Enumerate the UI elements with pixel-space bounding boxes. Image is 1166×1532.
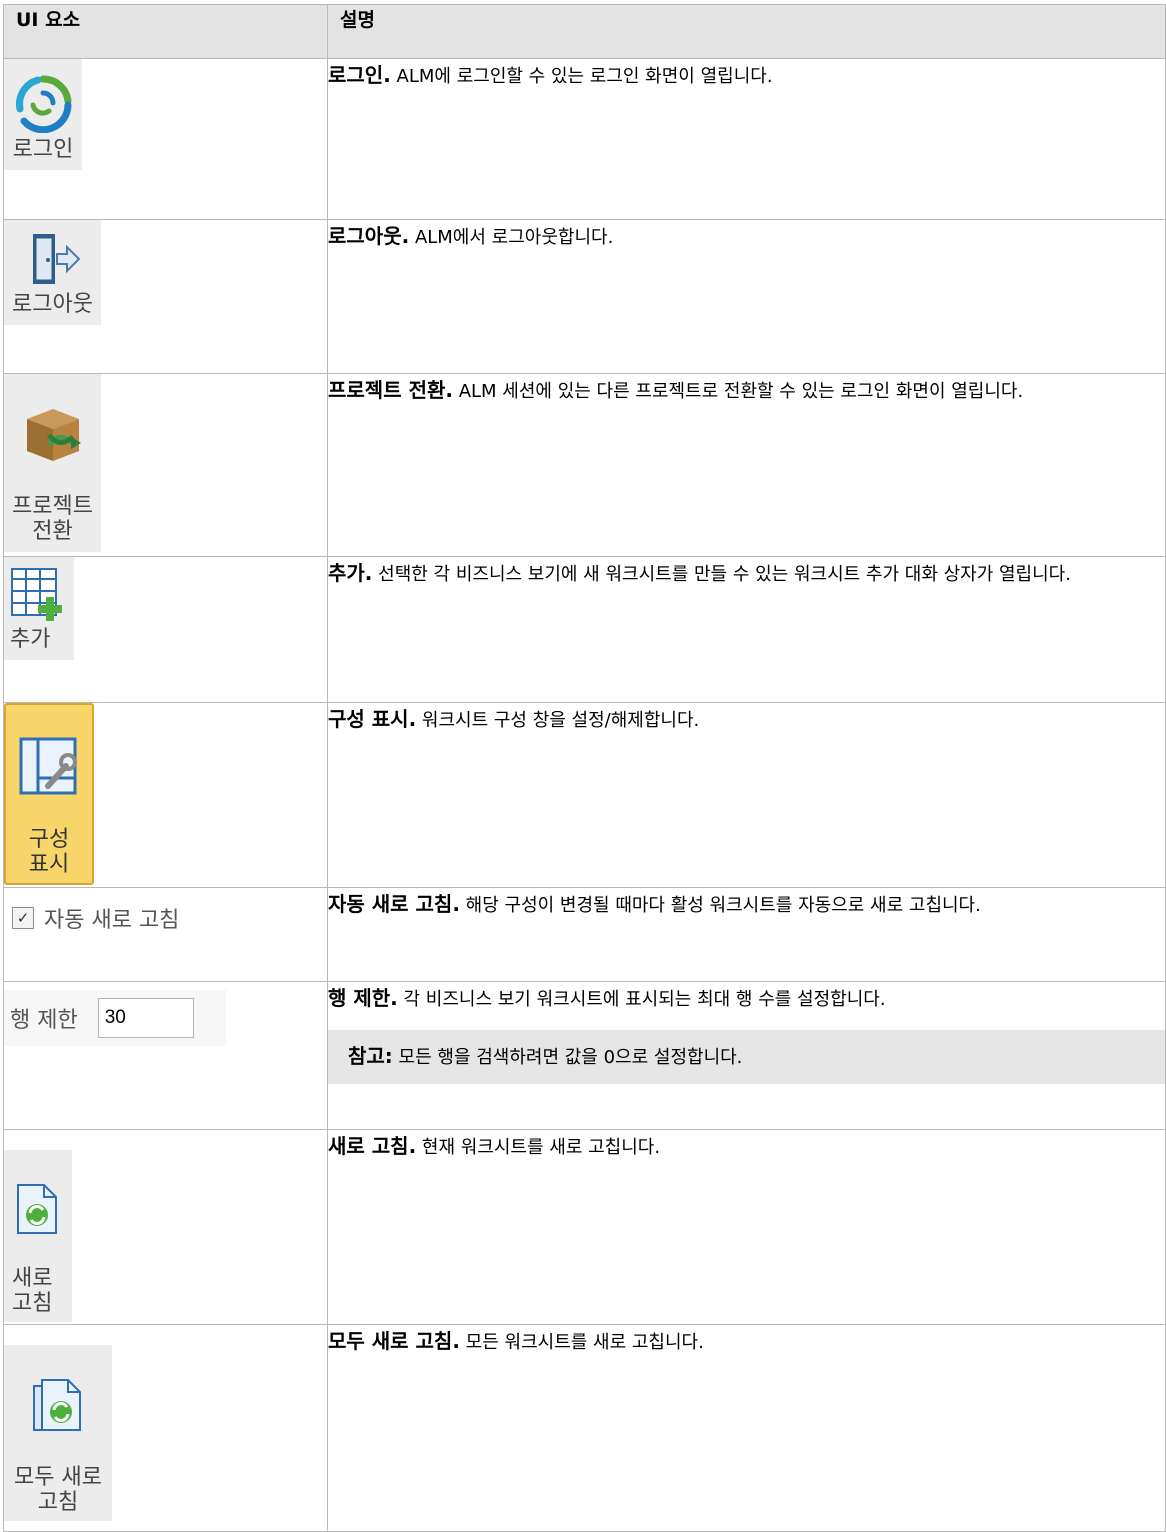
table-row: 행 제한 행 제한. 각 비즈니스 보기 워크시트에 표시되는 최대 행 수를 … (3, 981, 1166, 1130)
table-row: 추가 추가. 선택한 각 비즈니스 보기에 새 워크시트를 만들 수 있는 워크… (3, 556, 1166, 703)
ui-elements-table: UI 요소 설명 로그인 로그인. ALM에 로그인할 수 있는 로그인 화면이… (3, 4, 1166, 1532)
item-description: ALM 세션에 있는 다른 프로젝트로 전환할 수 있는 로그인 화면이 열립니… (458, 381, 1024, 402)
item-title: 자동 새로 고침. (328, 892, 460, 916)
add-worksheet-icon (10, 567, 68, 627)
item-description: 선택한 각 비즈니스 보기에 새 워크시트를 만들 수 있는 워크시트 추가 대… (378, 564, 1071, 585)
item-description: 현재 워크시트를 새로 고칩니다. (421, 1137, 661, 1158)
row-limit-control: 행 제한 (4, 990, 226, 1046)
refresh-button[interactable]: 새로 고침 (4, 1150, 72, 1322)
description-cell: 새로 고침. 현재 워크시트를 새로 고칩니다. (327, 1129, 1166, 1325)
description-cell: 자동 새로 고침. 해당 구성이 변경될 때마다 활성 워크시트를 자동으로 새… (327, 887, 1166, 982)
switch-project-box-icon (17, 380, 87, 494)
note-box: 참고: 모든 행을 검색하려면 값을 0으로 설정합니다. (328, 1030, 1165, 1084)
description-cell: 프로젝트 전환. ALM 세션에 있는 다른 프로젝트로 전환할 수 있는 로그… (327, 373, 1166, 557)
row-limit-label: 행 제한 (10, 1008, 78, 1033)
item-title: 로그인. (328, 63, 391, 87)
table-header-row: UI 요소 설명 (3, 4, 1166, 59)
logout-door-icon (21, 230, 83, 292)
column-header-description: 설명 (327, 4, 1166, 59)
item-title: 새로 고침. (328, 1134, 417, 1158)
checkbox-checked-icon[interactable]: ✓ (12, 907, 34, 929)
item-description: 각 비즈니스 보기 워크시트에 표시되는 최대 행 수를 설정합니다. (403, 989, 886, 1010)
table-row: 로그인 로그인. ALM에 로그인할 수 있는 로그인 화면이 열립니다. (3, 58, 1166, 220)
row-limit-input[interactable] (97, 998, 194, 1038)
table-row: ✓ 자동 새로 고침 자동 새로 고침. 해당 구성이 변경될 때마다 활성 워… (3, 887, 1166, 982)
login-button[interactable]: 로그인 (4, 59, 82, 170)
table-row: 새로 고침 새로 고침. 현재 워크시트를 새로 고칩니다. (3, 1129, 1166, 1325)
item-title: 프로젝트 전환. (328, 378, 453, 402)
switch-project-label: 프로젝트 전환 (12, 494, 93, 544)
logout-label: 로그아웃 (12, 292, 93, 317)
login-label: 로그인 (12, 137, 74, 162)
item-description: 해당 구성이 변경될 때마다 활성 워크시트를 자동으로 새로 고칩니다. (465, 895, 981, 916)
item-description: ALM에 로그인할 수 있는 로그인 화면이 열립니다. (396, 66, 773, 87)
item-description: 워크시트 구성 창을 설정/해제합니다. (421, 710, 700, 731)
description-cell: 구성 표시. 워크시트 구성 창을 설정/해제합니다. (327, 702, 1166, 888)
show-configuration-toggle[interactable]: 구성 표시 (4, 703, 94, 885)
switch-project-button[interactable]: 프로젝트 전환 (4, 374, 101, 552)
show-configuration-icon (18, 711, 80, 827)
show-configuration-label: 구성 표시 (28, 827, 70, 877)
item-title: 구성 표시. (328, 707, 417, 731)
refresh-all-pages-icon (30, 1351, 86, 1465)
table-row: 모두 새로 고침 모두 새로 고침. 모든 워크시트를 새로 고칩니다. (3, 1324, 1166, 1532)
table-row: 로그아웃 로그아웃. ALM에서 로그아웃합니다. (3, 219, 1166, 374)
table-row: 구성 표시 구성 표시. 워크시트 구성 창을 설정/해제합니다. (3, 702, 1166, 888)
item-title: 모두 새로 고침. (328, 1329, 460, 1353)
item-title: 추가. (328, 561, 373, 585)
description-cell: 추가. 선택한 각 비즈니스 보기에 새 워크시트를 만들 수 있는 워크시트 … (327, 556, 1166, 703)
item-description: ALM에서 로그아웃합니다. (414, 227, 614, 248)
description-cell: 모두 새로 고침. 모든 워크시트를 새로 고칩니다. (327, 1324, 1166, 1532)
auto-refresh-checkbox[interactable]: ✓ 자동 새로 고침 (4, 892, 327, 944)
note-title: 참고: (348, 1044, 393, 1068)
table-row: 프로젝트 전환 프로젝트 전환. ALM 세션에 있는 다른 프로젝트로 전환할… (3, 373, 1166, 557)
note-text: 모든 행을 검색하려면 값을 0으로 설정합니다. (398, 1047, 743, 1068)
refresh-page-icon (12, 1156, 64, 1266)
description-cell: 로그인. ALM에 로그인할 수 있는 로그인 화면이 열립니다. (327, 58, 1166, 220)
refresh-label: 새로 고침 (12, 1266, 53, 1316)
column-header-ui-element: UI 요소 (3, 4, 328, 59)
auto-refresh-label: 자동 새로 고침 (44, 908, 180, 933)
description-cell: 로그아웃. ALM에서 로그아웃합니다. (327, 219, 1166, 374)
add-label: 추가 (10, 627, 51, 652)
refresh-all-button[interactable]: 모두 새로 고침 (4, 1345, 112, 1521)
logout-button[interactable]: 로그아웃 (4, 220, 101, 325)
description-cell: 행 제한. 각 비즈니스 보기 워크시트에 표시되는 최대 행 수를 설정합니다… (327, 981, 1166, 1130)
item-title: 행 제한. (328, 986, 398, 1010)
refresh-all-label: 모두 새로 고침 (14, 1465, 102, 1515)
login-icon (12, 75, 74, 137)
item-title: 로그아웃. (328, 224, 410, 248)
add-worksheet-button[interactable]: 추가 (4, 557, 74, 660)
item-description: 모든 워크시트를 새로 고칩니다. (465, 1332, 704, 1353)
